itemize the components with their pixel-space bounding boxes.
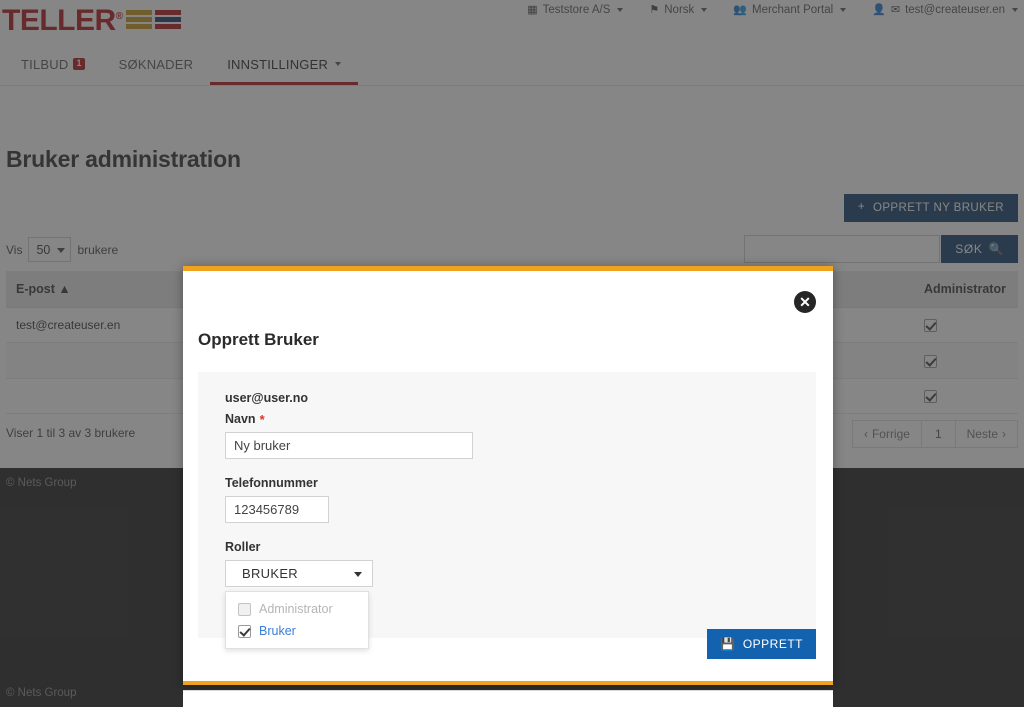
telefon-label-text: Telefonnummer	[225, 476, 318, 490]
roller-dropdown: BRUKER Administrator Bruker	[225, 560, 373, 649]
roller-selected-value: BRUKER	[242, 566, 298, 581]
opprett-submit-label: OPPRETT	[742, 637, 803, 651]
required-asterisk-icon: *	[259, 411, 265, 427]
navn-label: Navn *	[225, 412, 816, 426]
chevron-down-icon	[354, 571, 362, 577]
modal-body: user@user.no Navn * Telefonnummer Roller…	[198, 372, 816, 649]
opprett-submit-button[interactable]: 💾 OPPRETT	[707, 629, 816, 659]
telefon-label: Telefonnummer	[225, 476, 816, 490]
modal-footer: 💾 OPPRETT	[183, 617, 833, 681]
close-icon[interactable]: ✕	[794, 291, 816, 313]
roller-label: Roller	[225, 540, 816, 554]
telefonnummer-input[interactable]	[225, 496, 329, 523]
role-checkbox-administrator[interactable]	[238, 602, 251, 616]
role-label-administrator: Administrator	[259, 602, 333, 616]
navn-input[interactable]	[225, 432, 473, 459]
modal-overflow-panel	[183, 690, 833, 707]
modal-title: Opprett Bruker	[198, 330, 319, 349]
save-icon: 💾	[720, 637, 736, 651]
create-user-modal: ✕ Opprett Bruker user@user.no Navn * Tel…	[183, 266, 833, 685]
user-email-text: user@user.no	[225, 391, 309, 405]
roller-dropdown-toggle[interactable]: BRUKER	[225, 560, 373, 587]
navn-label-text: Navn	[225, 412, 256, 426]
roller-label-text: Roller	[225, 540, 261, 554]
screen: TELLER®	[0, 0, 1024, 707]
